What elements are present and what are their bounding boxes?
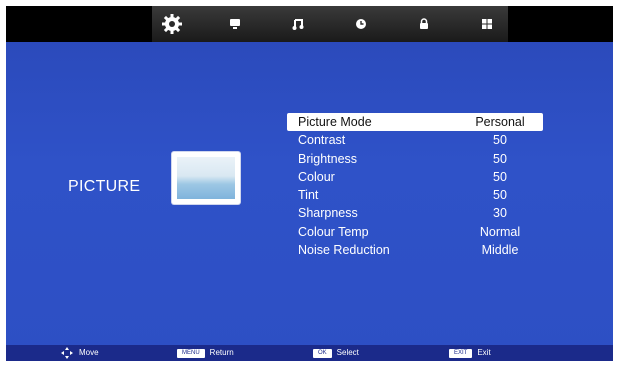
setting-colour[interactable]: Colour 50 [287,168,543,186]
preview-image [177,157,235,199]
tab-channel[interactable] [467,6,507,42]
key-hint-bar: Move MENU Return OK Select EXIT Exit [6,345,613,361]
setting-label: Sharpness [298,206,358,221]
hint-move-label: Move [79,348,99,357]
setting-value: 30 [493,206,507,221]
setting-value: Middle [481,243,519,258]
setting-value: 50 [493,151,507,166]
lock-icon [420,18,428,29]
clock-icon [356,19,366,29]
setting-label: Picture Mode [298,115,372,129]
settings-list: Picture Mode Personal Contrast 50 Bright… [287,113,543,259]
tab-time[interactable] [341,6,381,42]
hint-exit-label: Exit [477,348,491,357]
ok-key-badge: OK [313,348,332,358]
tab-picture[interactable] [152,6,192,42]
menu-tab-bar [6,6,613,42]
setting-value: Normal [479,224,521,239]
hint-select-label: Select [336,348,359,357]
gear-icon [162,14,182,34]
picture-preview-thumbnail [172,152,240,204]
tab-lock[interactable] [404,6,444,42]
setting-sharpness[interactable]: Sharpness 30 [287,204,543,222]
hint-return-label: Return [209,348,234,357]
setting-label: Noise Reduction [298,243,390,258]
tab-sound[interactable] [215,6,255,42]
setting-label: Contrast [298,133,346,148]
setting-noise-reduction[interactable]: Noise Reduction Middle [287,241,543,259]
setting-label: Colour Temp [298,224,369,239]
grid-icon [482,19,492,29]
move-arrows-icon [61,347,73,359]
setting-value: 50 [493,133,507,148]
setting-value: Personal [475,115,525,129]
setting-label: Brightness [298,151,358,166]
hint-return: MENU Return [177,345,234,361]
setting-value: 50 [493,188,507,203]
menu-key-badge: MENU [177,348,205,358]
hint-exit: EXIT Exit [449,345,491,361]
setting-brightness[interactable]: Brightness 50 [287,150,543,168]
setting-colour-temp[interactable]: Colour Temp Normal [287,223,543,241]
setting-value: 50 [493,169,507,184]
tv-osd-screen: PICTURE Picture Mode Personal Contrast 5… [6,6,613,361]
tab-music[interactable] [278,6,318,42]
setting-picture-mode[interactable]: Picture Mode Personal [287,113,543,132]
setting-label: Tint [298,188,319,203]
hint-select: OK Select [313,345,359,361]
monitor-icon [230,19,240,29]
setting-label: Colour [298,169,335,184]
music-note-icon [292,19,304,30]
exit-key-badge: EXIT [449,348,473,358]
hint-move: Move [61,345,99,361]
setting-tint[interactable]: Tint 50 [287,186,543,204]
menu-title: PICTURE [68,178,141,195]
setting-contrast[interactable]: Contrast 50 [287,131,543,149]
tab-strip [152,6,508,42]
